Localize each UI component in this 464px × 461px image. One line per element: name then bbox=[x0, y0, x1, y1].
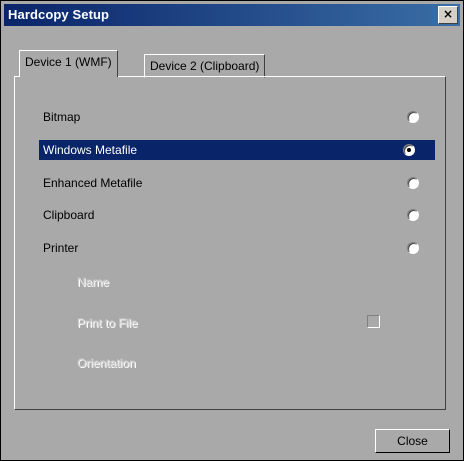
tab-device-1[interactable]: Device 1 (WMF) bbox=[19, 50, 118, 77]
option-printer[interactable]: Printer bbox=[39, 238, 439, 258]
orientation-label: Orientation bbox=[77, 356, 136, 370]
radio-windows-metafile[interactable] bbox=[403, 144, 415, 156]
option-enhanced-metafile[interactable]: Enhanced Metafile bbox=[39, 173, 439, 193]
option-label: Windows Metafile bbox=[43, 143, 138, 157]
option-label: Printer bbox=[43, 241, 79, 255]
radio-printer[interactable] bbox=[407, 242, 419, 254]
printer-name-label: Name bbox=[77, 275, 110, 289]
option-bitmap[interactable]: Bitmap bbox=[39, 107, 439, 127]
option-label: Bitmap bbox=[43, 110, 81, 124]
radio-clipboard[interactable] bbox=[407, 209, 419, 221]
close-icon[interactable]: × bbox=[438, 6, 458, 24]
option-windows-metafile[interactable]: Windows Metafile bbox=[39, 140, 435, 160]
option-label: Enhanced Metafile bbox=[43, 176, 143, 190]
option-clipboard[interactable]: Clipboard bbox=[39, 205, 439, 225]
radio-bitmap[interactable] bbox=[407, 111, 419, 123]
window-title: Hardcopy Setup bbox=[8, 7, 110, 22]
print-to-file-label: Print to File bbox=[77, 316, 138, 330]
tab-device-2[interactable]: Device 2 (Clipboard) bbox=[144, 54, 266, 78]
option-label: Clipboard bbox=[43, 208, 95, 222]
title-bar: Hardcopy Setup × bbox=[4, 4, 460, 26]
radio-enhanced-metafile[interactable] bbox=[407, 177, 419, 189]
hardcopy-setup-dialog: Hardcopy Setup × Device 1 (WMF) Device 2… bbox=[0, 0, 464, 461]
print-to-file-checkbox[interactable] bbox=[367, 315, 380, 328]
close-button[interactable]: Close bbox=[375, 429, 450, 453]
